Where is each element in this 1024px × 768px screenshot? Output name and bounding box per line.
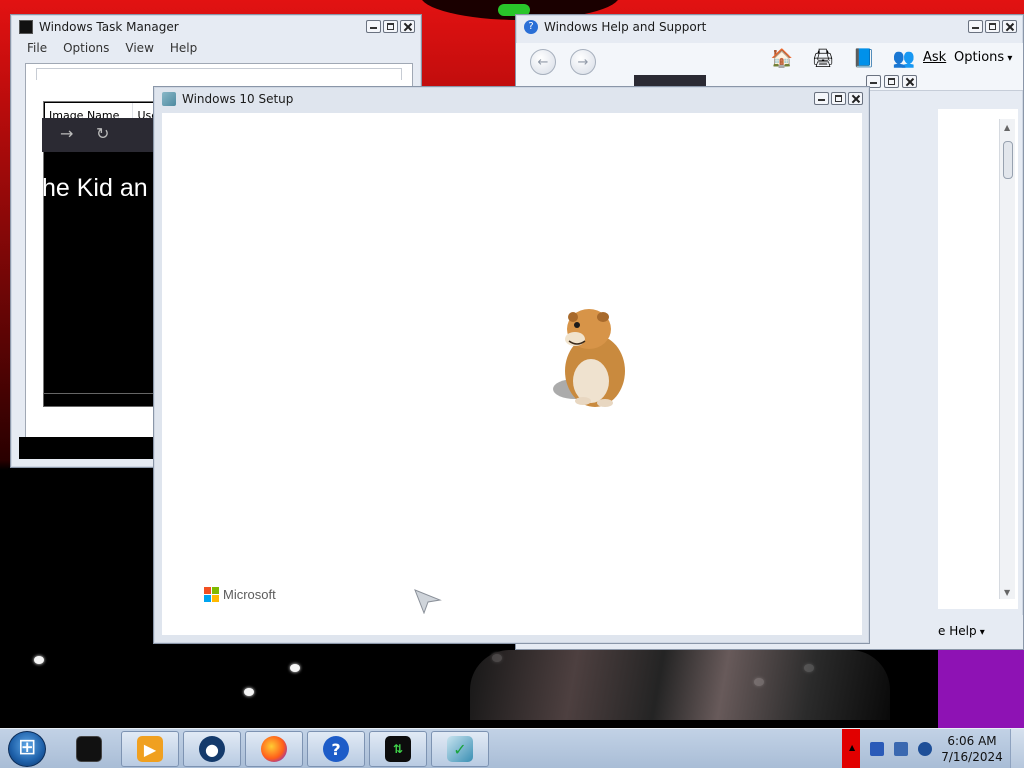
setup-window-controls [814,92,863,105]
forward-button[interactable]: → [570,49,596,75]
options-menu[interactable]: Options [954,50,1012,65]
windows-setup-window[interactable]: Windows 10 Setup Microsoft [153,86,870,644]
minimize-button[interactable] [814,92,829,105]
taskbar-media-player[interactable]: ▶ [121,731,179,767]
minimize-button[interactable] [366,20,381,33]
ask-icon[interactable]: 👥 [892,47,916,71]
network-icon[interactable] [894,742,908,756]
help-icon: ? [323,736,349,762]
task-manager-title: Windows Task Manager [39,20,179,34]
taskbar-globe[interactable]: ● [183,731,241,767]
forward-icon[interactable]: → [60,124,73,143]
wallpaper-purple-region [938,648,1024,728]
close-button[interactable] [400,20,415,33]
tray-app-icon[interactable] [870,742,884,756]
process-list-scrollbar[interactable] [43,393,163,407]
maximize-button[interactable] [884,75,899,88]
menu-options[interactable]: Options [63,41,109,59]
browser-toolbar: → ↻ [42,118,153,152]
maximize-button[interactable] [383,20,398,33]
browser-page-heading: he Kid an [42,174,148,202]
maximize-button[interactable] [831,92,846,105]
help-scrollbar[interactable]: ▲ ▼ [999,119,1015,599]
help-toolbar: ← → 🏠 🖨 📘 👥 Ask Options [516,43,1023,91]
windows-setup-icon: ✓ [447,736,473,762]
microsoft-logo-icon [204,587,219,602]
task-manager-titlebar[interactable]: Windows Task Manager [11,15,421,39]
menu-view[interactable]: View [125,41,153,59]
setup-content: Microsoft [162,113,862,635]
clock-date: 7/16/2024 [941,750,1003,764]
setup-title: Windows 10 Setup [182,92,294,106]
clock-time: 6:06 AM [947,734,997,748]
taskbar-help-and-support[interactable]: ? [307,731,365,767]
command-prompt-icon [76,736,102,762]
wallpaper-figure [470,650,890,720]
close-button[interactable] [1002,20,1017,33]
show-hidden-icons-icon[interactable]: ▲ [849,743,855,752]
scrollbar-thumb[interactable] [1003,141,1013,179]
back-button[interactable]: ← [530,49,556,75]
help-window-controls [968,20,1017,33]
globe-icon: ● [199,736,225,762]
show-desktop-button[interactable] [1010,729,1024,768]
home-icon[interactable]: 🏠 [770,47,794,71]
hamster-image [553,309,625,407]
help-app-icon: ? [524,20,538,34]
ask-link[interactable]: Ask [923,50,946,65]
firefox-icon [261,736,287,762]
task-manager-tabstrip [36,68,402,80]
menu-file[interactable]: File [27,41,47,59]
clock[interactable]: 6:06 AM 7/16/2024 [938,733,1006,765]
media-player-icon: ▶ [137,736,163,762]
taskbar-command-prompt[interactable] [60,731,118,767]
taskbar-windows-setup[interactable]: ✓ [431,731,489,767]
setup-titlebar[interactable]: Windows 10 Setup [154,87,869,111]
task-manager-app-icon [19,20,33,34]
scroll-down-arrow-icon[interactable]: ▼ [1004,588,1010,597]
microsoft-logo: Microsoft [204,587,276,602]
start-button[interactable] [8,731,46,767]
task-manager-status-area [19,437,165,459]
mouse-cursor-icon [414,589,442,614]
embedded-window-controls [866,75,917,88]
microsoft-label: Microsoft [223,587,276,602]
taskbar: ▶ ● ? ⇅ ✓ ▲ 6:06 AM 7/16/2024 [0,728,1024,768]
reload-icon[interactable]: ↻ [96,124,109,143]
scroll-up-arrow-icon[interactable]: ▲ [1004,123,1010,132]
volume-icon[interactable] [918,742,932,756]
browse-help-button[interactable]: e Help [938,624,985,638]
task-manager-graph-icon: ⇅ [385,736,411,762]
close-button[interactable] [902,75,917,88]
setup-app-icon [162,92,176,106]
help-titlebar[interactable]: ? Windows Help and Support [516,15,1023,39]
browse-help-icon[interactable]: 📘 [852,47,876,71]
print-icon[interactable]: 🖨 [811,47,835,71]
close-button[interactable] [848,92,863,105]
help-title: Windows Help and Support [544,20,707,34]
taskbar-firefox[interactable] [245,731,303,767]
task-manager-window-controls [366,20,415,33]
minimize-button[interactable] [968,20,983,33]
menu-help[interactable]: Help [170,41,197,59]
task-manager-menubar: File Options View Help [17,41,197,59]
maximize-button[interactable] [985,20,1000,33]
taskbar-task-manager[interactable]: ⇅ [369,731,427,767]
